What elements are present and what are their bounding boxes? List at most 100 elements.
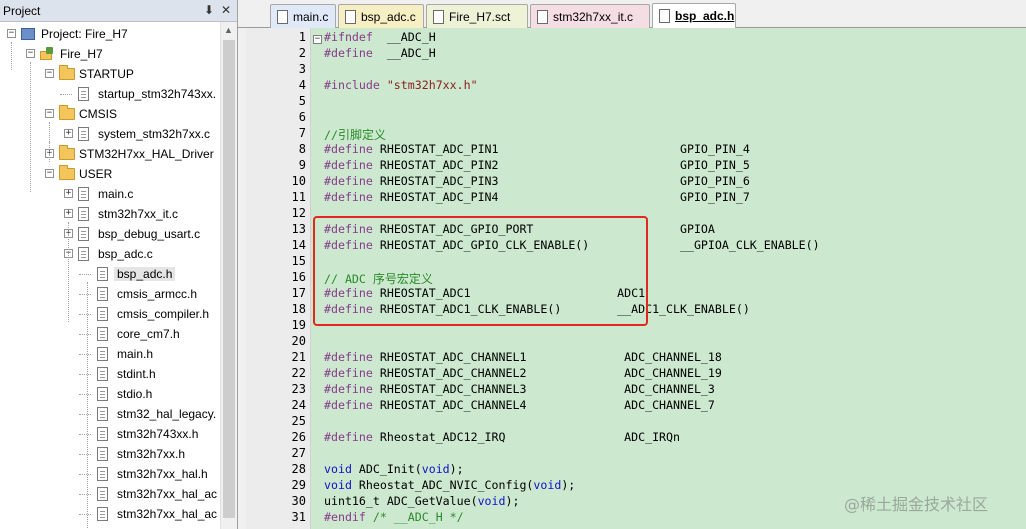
tree-item-label: stm32h743xx.h [117, 427, 199, 441]
tab-stm32h7xx-it-c[interactable]: stm32h7xx_it.c [530, 4, 650, 28]
project-pane-header: Project ⬇ ✕ [0, 0, 237, 22]
collapse-icon[interactable]: − [45, 169, 54, 178]
tree-item[interactable]: stdio.h [0, 384, 220, 404]
folder-icon [59, 105, 75, 120]
code-line[interactable]: void Rheostat_ADC_NVIC_Config(void); [324, 478, 575, 494]
tree-item-label: startup_stm32h743xx. [98, 87, 217, 101]
line-number: 29 [291, 478, 306, 492]
tree-item-label: stm32h7xx_hal_ac [117, 487, 218, 501]
line-number: 17 [291, 286, 306, 300]
code-line[interactable]: #endif /* __ADC_H */ [324, 510, 464, 526]
tree-item[interactable]: − CMSIS [0, 104, 220, 124]
tree-item-label: system_stm32h7xx.c [98, 127, 211, 141]
line-number: 7 [298, 126, 306, 140]
code-line[interactable]: uint16_t ADC_GetValue(void); [324, 494, 519, 510]
project-pane: Project ⬇ ✕ − Project: Fire_H7− Fire_H7− ST… [0, 0, 238, 529]
close-icon[interactable]: ✕ [221, 3, 231, 17]
expand-icon[interactable]: + [64, 129, 73, 138]
folder-icon [59, 165, 75, 180]
code-line[interactable]: #define RHEOSTAT_ADC_CHANNEL2 ADC_CHANNE… [324, 366, 722, 382]
line-number: 4 [298, 78, 306, 92]
tree-item[interactable]: core_cm7.h [0, 324, 220, 344]
tree-vertical-scrollbar[interactable]: ▲ [220, 22, 237, 529]
tree-item-label: stdint.h [117, 367, 156, 381]
code-line[interactable]: #define Rheostat_ADC12_IRQ ADC_IRQn [324, 430, 680, 446]
fold-toggle-icon[interactable]: − [313, 35, 322, 44]
tree-guide-line [87, 282, 88, 529]
tree-item[interactable]: + STM32H7xx_HAL_Driver [0, 144, 220, 164]
tree-item[interactable]: − STARTUP [0, 64, 220, 84]
tree-item[interactable]: − USER [0, 164, 220, 184]
file-icon [97, 427, 108, 441]
tree-item[interactable]: cmsis_compiler.h [0, 304, 220, 324]
tree-item[interactable]: startup_stm32h743xx. [0, 84, 220, 104]
tree-connector [79, 454, 91, 455]
scroll-up-arrow-icon[interactable]: ▲ [224, 25, 233, 35]
file-icon [433, 10, 444, 24]
line-number: 10 [291, 174, 306, 188]
tab-bsp-adc-c[interactable]: bsp_adc.c [338, 4, 424, 28]
code-line[interactable]: #ifndef __ADC_H [324, 30, 436, 46]
tree-item[interactable]: + main.c [0, 184, 220, 204]
tree-item[interactable]: bsp_adc.h [0, 264, 220, 284]
line-number: 24 [291, 398, 306, 412]
code-line[interactable]: #define RHEOSTAT_ADC_PIN1 GPIO_PIN_4 [324, 142, 750, 158]
file-icon [97, 447, 108, 461]
collapse-icon[interactable]: − [45, 69, 54, 78]
tree-item[interactable]: stm32h7xx_hal_ac [0, 504, 220, 524]
tree-item[interactable]: stm32_hal_legacy. [0, 404, 220, 424]
tree-item[interactable]: stm32h743xx.h [0, 424, 220, 444]
code-line[interactable]: void ADC_Init(void); [324, 462, 464, 478]
tree-item[interactable]: + system_stm32h7xx.c [0, 124, 220, 144]
expand-icon[interactable]: + [64, 209, 73, 218]
tree-item[interactable]: − bsp_adc.c [0, 244, 220, 264]
tree-item[interactable]: cmsis_armcc.h [0, 284, 220, 304]
expand-icon[interactable]: + [64, 189, 73, 198]
tab-label: bsp_adc.h [675, 9, 735, 23]
red-highlight-box [313, 216, 648, 326]
editor-tab-bar: main.c bsp_adc.c Fire_H7.sct stm32h7xx_it.c… [238, 0, 1026, 29]
file-icon [78, 247, 89, 261]
code-line[interactable]: #include "stm32h7xx.h" [324, 78, 478, 94]
tree-item[interactable]: − Project: Fire_H7 [0, 24, 220, 44]
target-icon [40, 47, 54, 61]
tree-connector [79, 434, 91, 435]
collapse-icon[interactable]: − [7, 29, 16, 38]
code-line[interactable]: #define __ADC_H [324, 46, 436, 62]
tree-item-label: bsp_debug_usart.c [98, 227, 201, 241]
line-number: 31 [291, 510, 306, 524]
tree-item[interactable]: + bsp_debug_usart.c [0, 224, 220, 244]
collapse-icon[interactable]: − [45, 109, 54, 118]
tree-item[interactable]: stm32h7xx.h [0, 444, 220, 464]
project-tree: − Project: Fire_H7− Fire_H7− STARTUP startup… [0, 22, 220, 529]
collapse-icon[interactable]: − [26, 49, 35, 58]
tab-main-c[interactable]: main.c [270, 4, 336, 28]
tree-item-label: stm32h7xx.h [117, 447, 186, 461]
file-icon [78, 187, 89, 201]
code-line[interactable]: //引脚定义 [324, 126, 386, 142]
file-icon [97, 327, 108, 341]
tree-item[interactable]: stm32h7xx_hal_ac [0, 484, 220, 504]
tree-item[interactable]: + stm32h7xx_it.c [0, 204, 220, 224]
tree-item[interactable]: main.h [0, 344, 220, 364]
line-number: 30 [291, 494, 306, 508]
tree-item[interactable]: stm32h7xx_hal.h [0, 464, 220, 484]
code-line[interactable]: #define RHEOSTAT_ADC_PIN4 GPIO_PIN_7 [324, 190, 750, 206]
tree-item-label: core_cm7.h [117, 327, 180, 341]
tree-item-label: bsp_adc.c [98, 247, 153, 261]
file-icon [537, 10, 548, 24]
line-number: 19 [291, 318, 306, 332]
tree-guide-line [68, 222, 69, 322]
tree-item-label: main.h [117, 347, 154, 361]
tab-bsp-adc-h[interactable]: bsp_adc.h [652, 3, 736, 29]
tab-fire-h7-sct[interactable]: Fire_H7.sct [426, 4, 528, 28]
pin-icon[interactable]: ⬇ [204, 3, 214, 17]
tree-item[interactable]: − Fire_H7 [0, 44, 220, 64]
scrollbar-thumb[interactable] [223, 40, 235, 518]
code-line[interactable]: #define RHEOSTAT_ADC_CHANNEL4 ADC_CHANNE… [324, 398, 715, 414]
code-line[interactable]: #define RHEOSTAT_ADC_CHANNEL1 ADC_CHANNE… [324, 350, 722, 366]
code-line[interactable]: #define RHEOSTAT_ADC_PIN3 GPIO_PIN_6 [324, 174, 750, 190]
code-line[interactable]: #define RHEOSTAT_ADC_PIN2 GPIO_PIN_5 [324, 158, 750, 174]
tree-item[interactable]: stdint.h [0, 364, 220, 384]
code-line[interactable]: #define RHEOSTAT_ADC_CHANNEL3 ADC_CHANNE… [324, 382, 715, 398]
